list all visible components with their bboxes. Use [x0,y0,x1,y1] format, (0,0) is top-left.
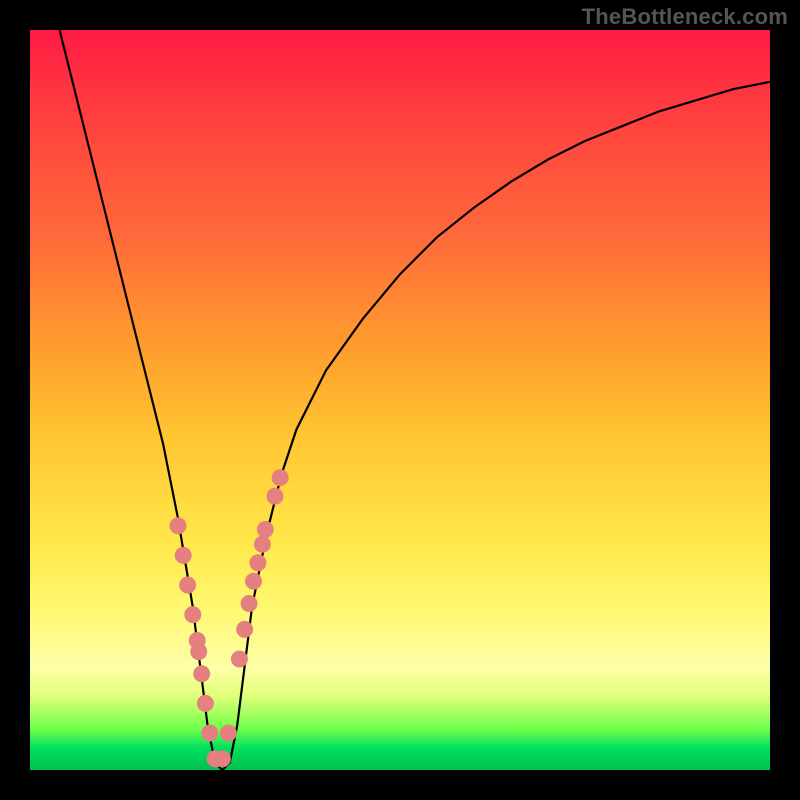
sample-point [266,488,283,505]
sample-point [257,521,274,538]
sample-point [241,595,258,612]
sample-point [170,517,187,534]
sample-point [231,651,248,668]
sample-point [249,554,266,571]
sample-point [197,695,214,712]
sample-point [184,606,201,623]
chart-overlay [30,30,770,770]
sample-point [236,621,253,638]
watermark-text: TheBottleneck.com [582,4,788,30]
sample-point [214,750,231,767]
sample-point [272,469,289,486]
sample-point [175,547,192,564]
sample-point [245,573,262,590]
sample-point [189,632,206,649]
sample-point [193,665,210,682]
sample-point [254,536,271,553]
sample-point [220,725,237,742]
chart-frame: TheBottleneck.com [0,0,800,800]
sample-point [179,577,196,594]
bottleneck-curve [60,30,770,770]
sample-point [201,725,218,742]
